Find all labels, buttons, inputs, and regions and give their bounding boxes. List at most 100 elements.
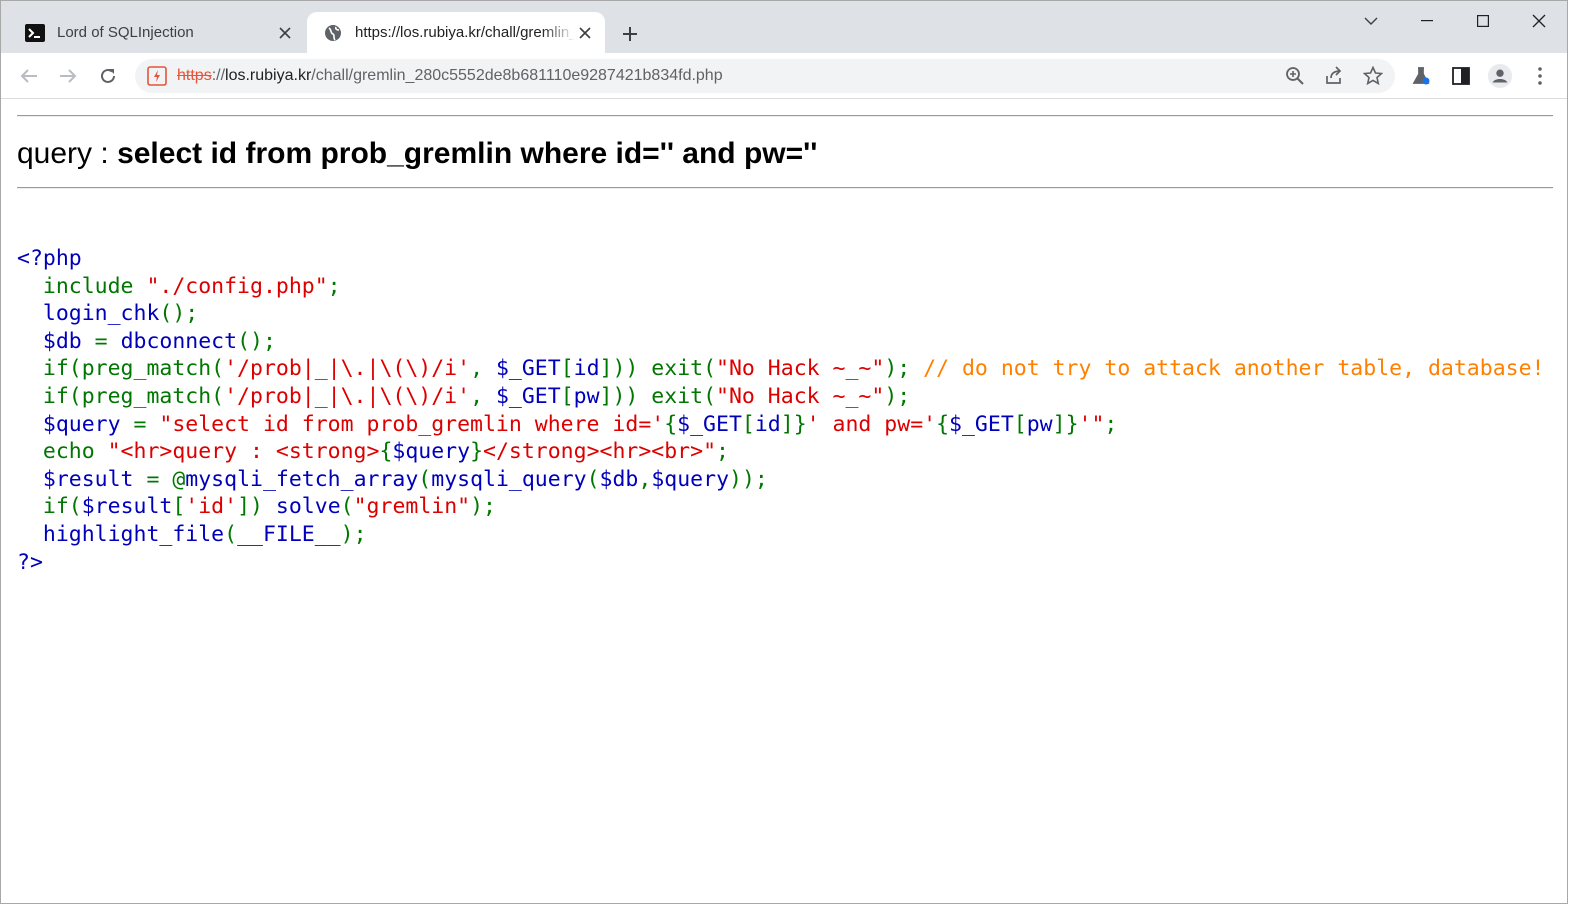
code-token: $query (651, 466, 730, 492)
share-icon[interactable] (1322, 64, 1346, 88)
tab-title: https://los.rubiya.kr/chall/gremlin_280c… (355, 24, 575, 41)
code-line: $query = "select id from prob_gremlin wh… (17, 411, 1544, 439)
url-path: /chall/gremlin_280c5552de8b681110e928742… (311, 67, 723, 84)
code-token: ]) (237, 494, 276, 520)
globe-icon (323, 23, 343, 43)
code-token: ( (586, 466, 600, 492)
code-line: ?> (17, 549, 1544, 577)
tab-strip: Lord of SQLInjection https://los.rubiya.… (1, 1, 1567, 53)
code-token: '/prob|_|\.|\(\)/i' (224, 383, 471, 409)
code-token: ; (716, 439, 729, 465)
code-token: pw (573, 383, 600, 409)
code-token: $result (81, 494, 173, 520)
code-token: mysqli_query (431, 466, 587, 492)
close-window-button[interactable] (1511, 1, 1567, 41)
code-token: , (470, 356, 496, 382)
code-token: $query (392, 439, 471, 465)
code-token: if( (17, 494, 82, 520)
code-token: ); (884, 383, 911, 409)
code-token: ])) exit( (599, 383, 717, 409)
code-line: if(preg_match('/prob|_|\.|\(\)/i', $_GET… (17, 355, 1545, 383)
code-token: '" (1078, 411, 1105, 437)
address-bar[interactable]: https://los.rubiya.kr/chall/gremlin_280c… (135, 59, 1395, 93)
extension-labs-icon[interactable] (1409, 64, 1433, 88)
code-token: [ (1013, 411, 1027, 437)
code-token: "<hr>query : <strong> (107, 439, 380, 465)
code-line: include "./config.php"; (17, 273, 1544, 301)
code-token: , (638, 466, 652, 492)
maximize-button[interactable] (1455, 1, 1511, 41)
side-panel-icon[interactable] (1449, 64, 1473, 88)
reload-icon[interactable] (93, 61, 123, 91)
code-token: $db (599, 466, 639, 492)
menu-kebab-icon[interactable] (1528, 64, 1552, 88)
terminal-icon (25, 23, 45, 43)
code-line: $result = @mysqli_fetch_array(mysqli_que… (17, 466, 1544, 494)
code-token: "No Hack ~_~" (716, 356, 885, 382)
code-token: )); (729, 466, 768, 492)
forward-arrow-icon[interactable] (53, 61, 83, 91)
code-token: ])) exit( (599, 356, 717, 382)
code-token: pw (1026, 411, 1053, 437)
code-token: ); (884, 356, 924, 382)
minimize-button[interactable] (1399, 1, 1455, 41)
toolbar: https://los.rubiya.kr/chall/gremlin_280c… (1, 53, 1567, 99)
url-separator: :// (211, 67, 226, 84)
code-token: [ (560, 356, 574, 382)
code-token: __FILE__ (237, 521, 341, 547)
tab-title: Lord of SQLInjection (57, 24, 194, 41)
code-token: { (664, 411, 678, 437)
code-token: include (42, 273, 147, 299)
tab-lord-of-sqlinjection[interactable]: Lord of SQLInjection (9, 12, 305, 53)
code-token: ]} (780, 411, 807, 437)
browser-window: Lord of SQLInjection https://los.rubiya.… (0, 0, 1568, 904)
code-token: = (94, 328, 121, 354)
top-horizontal-rule (17, 115, 1553, 117)
code-token: ]} (1052, 411, 1079, 437)
code-token: dbconnect (120, 328, 238, 354)
code-token: [ (741, 411, 755, 437)
zoom-icon[interactable] (1283, 64, 1307, 88)
code-token: if(preg_match( (17, 383, 225, 409)
code-line: <?php (17, 245, 1544, 273)
code-token: ( (224, 521, 238, 547)
tab-gremlin[interactable]: https://los.rubiya.kr/chall/gremlin_280c… (307, 12, 605, 53)
code-token: "./config.php" (146, 273, 328, 299)
close-tab-icon[interactable] (275, 23, 295, 43)
code-token: ' and pw=' (806, 411, 937, 437)
code-token: solve (275, 494, 341, 520)
not-secure-icon[interactable] (147, 66, 167, 86)
query-sql: select id from prob_gremlin where id='' … (117, 137, 818, 170)
tab-search-chevron-icon[interactable] (1343, 1, 1399, 41)
code-token: mysqli_fetch_array (185, 466, 419, 492)
code-token: ?> (17, 549, 43, 575)
code-token: "No Hack ~_~" (716, 383, 885, 409)
bookmark-star-icon[interactable] (1361, 64, 1385, 88)
code-token: { (936, 411, 950, 437)
code-token: if(preg_match( (17, 356, 225, 382)
code-token: "select id from prob_gremlin where id=' (159, 411, 665, 437)
code-token: login_chk (17, 301, 160, 327)
code-line: if($result['id']) solve("gremlin"); (17, 493, 1544, 521)
code-token: $db (17, 328, 95, 354)
query-label: query : (17, 137, 118, 170)
code-token: "gremlin" (353, 494, 471, 520)
back-arrow-icon[interactable] (14, 61, 44, 91)
code-line: if(preg_match('/prob|_|\.|\(\)/i', $_GET… (17, 383, 1544, 411)
new-tab-button[interactable] (617, 21, 643, 47)
code-token: ; (327, 273, 341, 299)
code-token: highlight_file (17, 521, 225, 547)
close-tab-icon[interactable] (575, 23, 595, 43)
query-line: query : select id from prob_gremlin wher… (17, 137, 817, 171)
code-token: ( (418, 466, 432, 492)
url-host: los.rubiya.kr (225, 67, 312, 84)
code-line: $db = dbconnect(); (17, 328, 1544, 356)
bottom-horizontal-rule (17, 187, 1553, 189)
code-token: [ (172, 494, 186, 520)
code-token: { (379, 439, 393, 465)
profile-avatar-icon[interactable] (1488, 64, 1512, 88)
code-token: = (133, 411, 160, 437)
code-token: = @ (146, 466, 186, 492)
code-token: ); (470, 494, 496, 520)
